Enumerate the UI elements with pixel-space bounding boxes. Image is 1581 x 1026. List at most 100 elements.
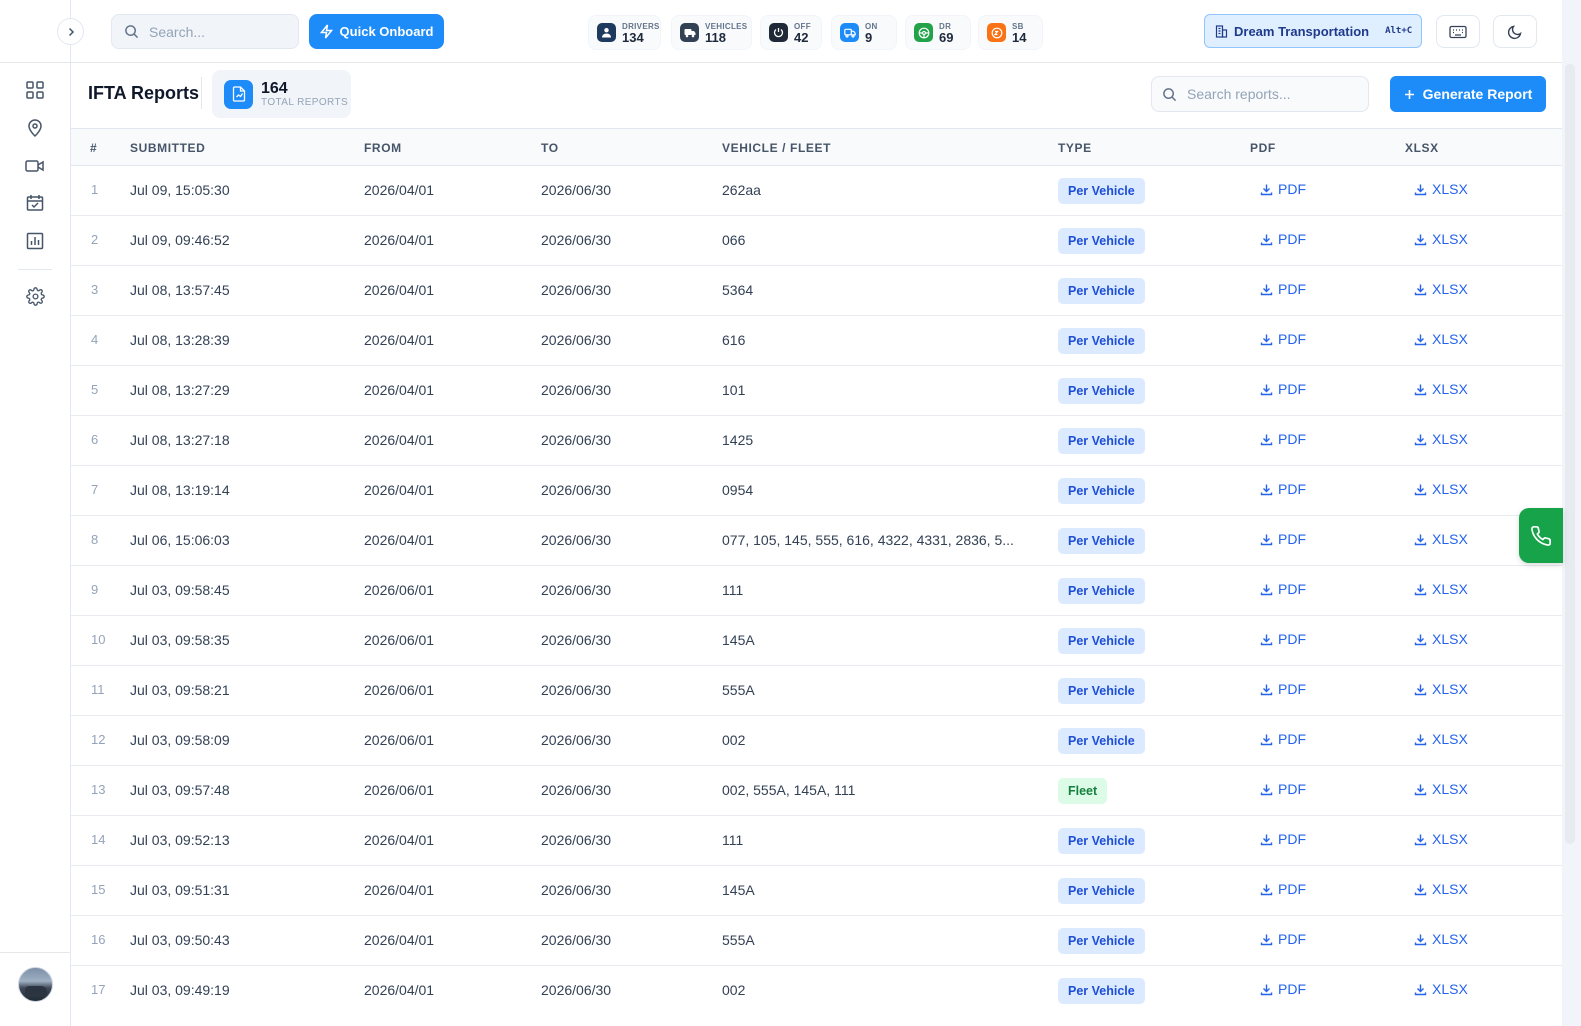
download-pdf-link[interactable]: PDF bbox=[1260, 281, 1306, 297]
row-number: 17 bbox=[91, 982, 106, 997]
truck-icon bbox=[680, 23, 699, 42]
quick-onboard-label: Quick Onboard bbox=[339, 24, 434, 39]
download-icon bbox=[1260, 834, 1273, 845]
download-xlsx-link[interactable]: XLSX bbox=[1414, 831, 1468, 847]
download-xlsx-link[interactable]: XLSX bbox=[1414, 781, 1468, 797]
download-icon bbox=[1414, 284, 1427, 295]
download-xlsx-link[interactable]: XLSX bbox=[1414, 481, 1468, 497]
bar-chart-icon[interactable] bbox=[24, 230, 46, 252]
download-pdf-link[interactable]: PDF bbox=[1260, 831, 1306, 847]
download-pdf-link[interactable]: PDF bbox=[1260, 481, 1306, 497]
stat-drivers[interactable]: DRIVERS 134 bbox=[588, 15, 661, 50]
from-date-cell: 2026/04/01 bbox=[364, 232, 435, 248]
generate-report-label: Generate Report bbox=[1422, 86, 1533, 102]
download-pdf-link[interactable]: PDF bbox=[1260, 931, 1306, 947]
column-header-type[interactable]: TYPE bbox=[1058, 141, 1092, 155]
vehicle-fleet-cell: 002 bbox=[722, 732, 746, 748]
type-badge: Per Vehicle bbox=[1058, 328, 1145, 354]
download-xlsx-link[interactable]: XLSX bbox=[1414, 631, 1468, 647]
generate-report-button[interactable]: Generate Report bbox=[1390, 76, 1546, 112]
stat-dr[interactable]: DR 69 bbox=[905, 15, 971, 50]
global-search-input[interactable]: Search... bbox=[111, 14, 299, 49]
stat-off[interactable]: OFF 42 bbox=[760, 15, 822, 50]
table-row[interactable]: 15 Jul 03, 09:51:31 2026/04/01 2026/06/30 14… bbox=[71, 866, 1562, 916]
xlsx-link-label: XLSX bbox=[1432, 781, 1468, 797]
download-xlsx-link[interactable]: XLSX bbox=[1414, 181, 1468, 197]
table-row[interactable]: 13 Jul 03, 09:57:48 2026/06/01 2026/06/30 00… bbox=[71, 766, 1562, 816]
column-header-submitted[interactable]: SUBMITTED bbox=[130, 141, 205, 155]
download-xlsx-link[interactable]: XLSX bbox=[1414, 931, 1468, 947]
organization-switcher[interactable]: Dream Transportation Alt+C bbox=[1204, 14, 1422, 48]
keyboard-shortcuts-button[interactable] bbox=[1436, 15, 1480, 48]
dark-mode-toggle[interactable] bbox=[1493, 15, 1537, 48]
pdf-link-label: PDF bbox=[1278, 831, 1306, 847]
table-row[interactable]: 16 Jul 03, 09:50:43 2026/04/01 2026/06/30 55… bbox=[71, 916, 1562, 966]
dashboard-grid-icon[interactable] bbox=[24, 79, 46, 101]
download-xlsx-link[interactable]: XLSX bbox=[1414, 231, 1468, 247]
table-row[interactable]: 9 Jul 03, 09:58:45 2026/06/01 2026/06/30 111… bbox=[71, 566, 1562, 616]
table-row[interactable]: 7 Jul 08, 13:19:14 2026/04/01 2026/06/30 095… bbox=[71, 466, 1562, 516]
avatar[interactable] bbox=[18, 967, 53, 1002]
download-xlsx-link[interactable]: XLSX bbox=[1414, 731, 1468, 747]
table-row[interactable]: 6 Jul 08, 13:27:18 2026/04/01 2026/06/30 142… bbox=[71, 416, 1562, 466]
column-header-to[interactable]: TO bbox=[541, 141, 559, 155]
table-row[interactable]: 11 Jul 03, 09:58:21 2026/06/01 2026/06/30 55… bbox=[71, 666, 1562, 716]
pdf-link-label: PDF bbox=[1278, 331, 1306, 347]
download-pdf-link[interactable]: PDF bbox=[1260, 181, 1306, 197]
calendar-check-icon[interactable] bbox=[24, 192, 46, 214]
report-search-input[interactable]: Search reports... bbox=[1151, 76, 1369, 112]
table-row[interactable]: 14 Jul 03, 09:52:13 2026/04/01 2026/06/30 11… bbox=[71, 816, 1562, 866]
table-row[interactable]: 8 Jul 06, 15:06:03 2026/04/01 2026/06/30 077… bbox=[71, 516, 1562, 566]
download-pdf-link[interactable]: PDF bbox=[1260, 531, 1306, 547]
download-pdf-link[interactable]: PDF bbox=[1260, 981, 1306, 997]
table-row[interactable]: 10 Jul 03, 09:58:35 2026/06/01 2026/06/30 14… bbox=[71, 616, 1562, 666]
type-badge: Per Vehicle bbox=[1058, 278, 1145, 304]
download-pdf-link[interactable]: PDF bbox=[1260, 381, 1306, 397]
download-pdf-link[interactable]: PDF bbox=[1260, 231, 1306, 247]
map-pin-icon[interactable] bbox=[24, 117, 46, 139]
download-icon bbox=[1414, 684, 1427, 695]
call-support-button[interactable] bbox=[1519, 508, 1563, 563]
table-row[interactable]: 5 Jul 08, 13:27:29 2026/04/01 2026/06/30 101… bbox=[71, 366, 1562, 416]
quick-onboard-button[interactable]: Quick Onboard bbox=[309, 14, 444, 49]
download-pdf-link[interactable]: PDF bbox=[1260, 581, 1306, 597]
download-xlsx-link[interactable]: XLSX bbox=[1414, 331, 1468, 347]
page-title: IFTA Reports bbox=[88, 83, 199, 103]
download-pdf-link[interactable]: PDF bbox=[1260, 681, 1306, 697]
download-pdf-link[interactable]: PDF bbox=[1260, 881, 1306, 897]
download-xlsx-link[interactable]: XLSX bbox=[1414, 981, 1468, 997]
table-row[interactable]: 2 Jul 09, 09:46:52 2026/04/01 2026/06/30 066… bbox=[71, 216, 1562, 266]
stat-sb[interactable]: SB 14 bbox=[978, 15, 1043, 50]
download-xlsx-link[interactable]: XLSX bbox=[1414, 381, 1468, 397]
table-row[interactable]: 12 Jul 03, 09:58:09 2026/06/01 2026/06/30 00… bbox=[71, 716, 1562, 766]
column-header-vehicle[interactable]: VEHICLE / FLEET bbox=[722, 141, 831, 155]
download-pdf-link[interactable]: PDF bbox=[1260, 781, 1306, 797]
to-date-cell: 2026/06/30 bbox=[541, 932, 612, 948]
xlsx-link-label: XLSX bbox=[1432, 831, 1468, 847]
sidebar-collapse-button[interactable] bbox=[57, 18, 84, 45]
download-xlsx-link[interactable]: XLSX bbox=[1414, 431, 1468, 447]
download-pdf-link[interactable]: PDF bbox=[1260, 731, 1306, 747]
table-row[interactable]: 3 Jul 08, 13:57:45 2026/04/01 2026/06/30 536… bbox=[71, 266, 1562, 316]
download-xlsx-link[interactable]: XLSX bbox=[1414, 881, 1468, 897]
table-row[interactable]: 1 Jul 09, 15:05:30 2026/04/01 2026/06/30 262… bbox=[71, 166, 1562, 216]
download-pdf-link[interactable]: PDF bbox=[1260, 631, 1306, 647]
column-header-pdf: PDF bbox=[1250, 141, 1276, 155]
download-xlsx-link[interactable]: XLSX bbox=[1414, 281, 1468, 297]
column-header-from[interactable]: FROM bbox=[364, 141, 402, 155]
row-number: 4 bbox=[91, 332, 99, 347]
settings-gear-icon[interactable] bbox=[24, 285, 46, 307]
page-scrollbar-thumb[interactable] bbox=[1565, 64, 1575, 844]
download-pdf-link[interactable]: PDF bbox=[1260, 431, 1306, 447]
video-camera-icon[interactable] bbox=[24, 155, 46, 177]
table-row[interactable]: 17 Jul 03, 09:49:19 2026/04/01 2026/06/30 00… bbox=[71, 966, 1562, 1016]
download-xlsx-link[interactable]: XLSX bbox=[1414, 681, 1468, 697]
stat-on[interactable]: ON 9 bbox=[831, 15, 897, 50]
download-xlsx-link[interactable]: XLSX bbox=[1414, 581, 1468, 597]
table-row[interactable]: 4 Jul 08, 13:28:39 2026/04/01 2026/06/30 616… bbox=[71, 316, 1562, 366]
download-xlsx-link[interactable]: XLSX bbox=[1414, 531, 1468, 547]
stat-vehicles[interactable]: VEHICLES 118 bbox=[671, 15, 752, 50]
download-pdf-link[interactable]: PDF bbox=[1260, 331, 1306, 347]
total-reports-label: TOTAL REPORTS bbox=[261, 96, 349, 108]
submitted-cell: Jul 06, 15:06:03 bbox=[130, 532, 230, 548]
